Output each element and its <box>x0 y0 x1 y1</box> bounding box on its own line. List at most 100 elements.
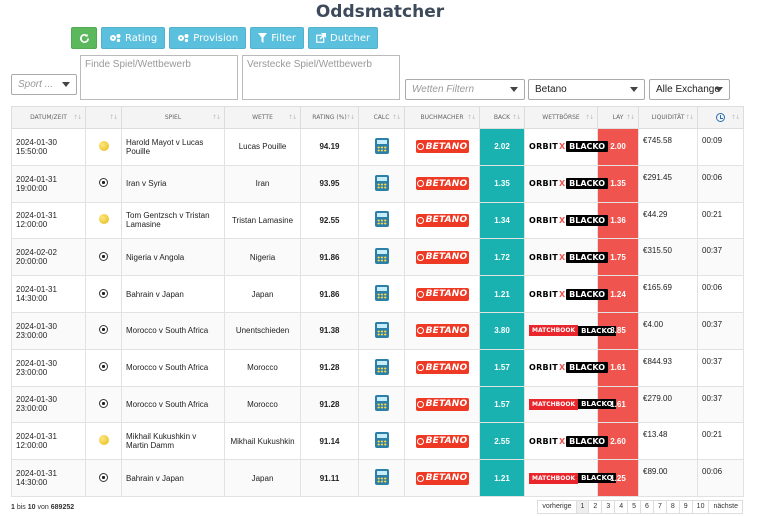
cell-exchange[interactable]: ORBIT X BLACKO <box>524 128 609 166</box>
cell-bookmaker[interactable]: BETANO <box>404 238 480 277</box>
header-spiel[interactable]: Spiel ↑↓ <box>121 106 225 129</box>
cell-exchange[interactable]: ORBIT X BLACKO <box>524 238 609 277</box>
pagination-page-button[interactable]: 10 <box>691 500 710 514</box>
cell-exchange[interactable]: ORBIT X BLACKO <box>524 348 609 387</box>
sport-select[interactable]: Sport ... <box>11 74 77 95</box>
cell-bookmaker[interactable]: BETANO <box>404 422 480 461</box>
cell-calc[interactable] <box>358 385 405 424</box>
table-row[interactable]: 2024-01-31 14:30:00 Bahrain v Japan Japan 91… <box>11 275 744 313</box>
bets-filter-select[interactable]: Wetten Filtern <box>405 79 525 100</box>
cell-calc[interactable] <box>358 311 405 350</box>
cell-spiel[interactable]: Bahrain v Japan <box>121 275 225 313</box>
betano-logo[interactable]: BETANO <box>415 250 469 264</box>
cell-exchange[interactable]: ORBIT X BLACKO <box>524 275 609 313</box>
cell-spiel[interactable]: Morocco v South Africa <box>121 348 225 387</box>
cell-exchange[interactable]: ORBIT X BLACKO <box>524 201 609 240</box>
calculator-icon[interactable] <box>374 321 389 338</box>
cell-spiel[interactable]: Morocco v South Africa <box>121 311 225 350</box>
calculator-icon[interactable] <box>374 358 389 375</box>
cell-bookmaker[interactable]: BETANO <box>404 348 480 387</box>
header-lay[interactable]: Lay ↑↓ <box>597 106 639 129</box>
pagination-page-button[interactable]: 4 <box>614 500 629 514</box>
calculator-icon[interactable] <box>374 469 389 486</box>
cell-calc[interactable] <box>358 275 405 313</box>
betano-logo[interactable]: BETANO <box>415 397 469 411</box>
cell-exchange[interactable]: MATCHBOOKBLACKO <box>524 311 616 350</box>
betano-logo[interactable]: BETANO <box>415 177 469 191</box>
betano-logo[interactable]: BETANO <box>415 361 469 375</box>
cell-exchange[interactable]: MATCHBOOKBLACKO <box>524 459 616 497</box>
pagination-prev-button[interactable]: vorherige <box>537 500 577 514</box>
table-row[interactable]: 2024-01-30 15:50:00 Harold Mayot v Lucas P… <box>11 128 744 166</box>
table-row[interactable]: 2024-01-30 23:00:00 Morocco v South Africa… <box>11 348 744 387</box>
header-calc[interactable]: Calc ↑↓ <box>358 106 405 129</box>
header-liquiditat[interactable]: Liquidität ↑↓ <box>638 106 698 129</box>
table-row[interactable]: 2024-01-31 12:00:00 Tom Gentzsch v Tristan… <box>11 201 744 240</box>
dutcher-button[interactable]: Dutcher <box>308 27 379 49</box>
header-sport[interactable]: ↑↓ <box>85 106 122 129</box>
cell-bookmaker[interactable]: BETANO <box>404 459 480 497</box>
cell-spiel[interactable]: Mikhail Kukushkin v Martin Damm <box>121 422 225 461</box>
cell-calc[interactable] <box>358 164 405 203</box>
calculator-icon[interactable] <box>374 248 389 265</box>
cell-bookmaker[interactable]: BETANO <box>404 201 480 240</box>
cell-spiel[interactable]: Morocco v South Africa <box>121 385 225 424</box>
pagination-page-button[interactable]: 3 <box>601 500 616 514</box>
cell-calc[interactable] <box>358 238 405 277</box>
betano-logo[interactable]: BETANO <box>415 140 469 154</box>
pagination-page-button[interactable]: 6 <box>640 500 654 514</box>
header-rating[interactable]: Rating (%) ↑↓ <box>300 106 359 129</box>
cell-calc[interactable] <box>358 459 405 497</box>
cell-spiel[interactable]: Tom Gentzsch v Tristan Lamasine <box>121 201 225 240</box>
pagination-page-button[interactable]: 9 <box>678 500 693 514</box>
cell-bookmaker[interactable]: BETANO <box>404 128 480 166</box>
header-wettborse[interactable]: Wettbörse ↑↓ <box>524 106 598 129</box>
cell-calc[interactable] <box>358 128 405 166</box>
calculator-icon[interactable] <box>374 432 389 449</box>
pagination-page-button[interactable]: 7 <box>652 500 667 514</box>
table-row[interactable]: 2024-02-02 20:00:00 Nigeria v Angola Nigeri… <box>11 238 744 277</box>
cell-exchange[interactable]: ORBIT X BLACKO <box>524 422 609 461</box>
cell-bookmaker[interactable]: BETANO <box>404 311 480 350</box>
cell-spiel[interactable]: Harold Mayot v Lucas Pouille <box>121 128 225 166</box>
pagination-page-button[interactable]: 5 <box>627 500 642 514</box>
header-age[interactable]: ↑↓ <box>697 106 744 129</box>
exchange-select[interactable]: Alle Exchange <box>649 79 730 100</box>
bookmaker-select[interactable]: Betano <box>528 79 645 100</box>
header-wette[interactable]: Wette ↑↓ <box>224 106 301 129</box>
betano-logo[interactable]: BETANO <box>415 213 469 227</box>
cell-exchange[interactable]: MATCHBOOKBLACKO <box>524 385 616 424</box>
cell-spiel[interactable]: Iran v Syria <box>121 164 225 203</box>
pagination-page-button[interactable]: 1 <box>575 500 590 514</box>
cell-spiel[interactable]: Nigeria v Angola <box>121 238 225 277</box>
rating-button[interactable]: Rating <box>101 27 166 49</box>
betano-logo[interactable]: BETANO <box>415 434 469 448</box>
calculator-icon[interactable] <box>374 137 389 154</box>
table-row[interactable]: 2024-01-31 14:30:00 Bahrain v Japan Japan 91… <box>11 459 744 497</box>
find-match-input[interactable]: Finde Spiel/Wettbewerb <box>80 55 238 100</box>
calculator-icon[interactable] <box>374 285 389 302</box>
pagination-next-button[interactable]: nächste <box>708 500 743 514</box>
pagination-page-button[interactable]: 8 <box>665 500 680 514</box>
refresh-button[interactable] <box>71 27 97 49</box>
betano-logo[interactable]: BETANO <box>415 324 469 338</box>
table-row[interactable]: 2024-01-31 12:00:00 Mikhail Kukushkin v Ma… <box>11 422 744 461</box>
calculator-icon[interactable] <box>374 395 389 412</box>
calculator-icon[interactable] <box>374 211 389 228</box>
cell-calc[interactable] <box>358 201 405 240</box>
filter-button[interactable]: Filter <box>250 27 305 49</box>
cell-bookmaker[interactable]: BETANO <box>404 385 480 424</box>
hide-match-input[interactable]: Verstecke Spiel/Wettbewerb <box>242 55 400 100</box>
cell-bookmaker[interactable]: BETANO <box>404 275 480 313</box>
header-buchmacher[interactable]: Buchmacher ↑↓ <box>404 106 480 129</box>
cell-bookmaker[interactable]: BETANO <box>404 164 480 203</box>
cell-calc[interactable] <box>358 422 405 461</box>
pagination-page-button[interactable]: 2 <box>588 500 603 514</box>
header-back[interactable]: Back ↑↓ <box>479 106 525 129</box>
betano-logo[interactable]: BETANO <box>415 287 469 301</box>
cell-calc[interactable] <box>358 348 405 387</box>
table-row[interactable]: 2024-01-31 19:00:00 Iran v Syria Iran 93.95 B… <box>11 164 744 203</box>
betano-logo[interactable]: BETANO <box>415 471 469 485</box>
table-row[interactable]: 2024-01-30 23:00:00 Morocco v South Africa… <box>11 311 744 350</box>
header-datetime[interactable]: Datum/Zeit ↑↓ <box>11 106 86 129</box>
